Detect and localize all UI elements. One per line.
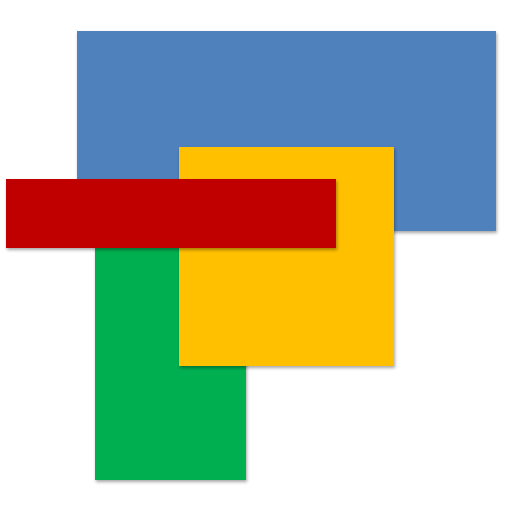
app-logo: [0, 0, 512, 512]
logo-tile-red: [6, 179, 336, 248]
